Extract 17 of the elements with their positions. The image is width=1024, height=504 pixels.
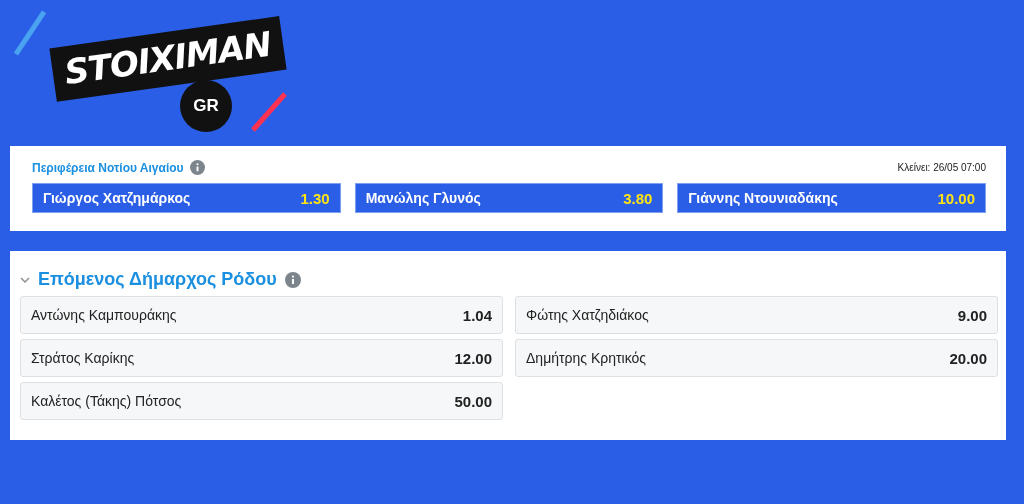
odds-button[interactable]: Φώτης Χατζηδιάκος 9.00 bbox=[515, 296, 998, 334]
info-icon[interactable] bbox=[284, 271, 301, 288]
chevron-icon[interactable] bbox=[20, 275, 30, 284]
odds-button[interactable]: Αντώνης Καμπουράκης 1.04 bbox=[20, 296, 503, 334]
market-title: Επόμενος Δήμαρχος Ρόδου bbox=[38, 269, 277, 290]
odds-button[interactable]: Γιάννης Ντουνιαδάκης 10.00 bbox=[677, 183, 986, 213]
odds-button[interactable]: Γιώργος Χατζημάρκος 1.30 bbox=[32, 183, 341, 213]
odds-button[interactable]: Δημήτρης Κρητικός 20.00 bbox=[515, 339, 998, 377]
odds-button[interactable]: Καλέτος (Τάκης) Πότσος 50.00 bbox=[20, 382, 503, 420]
logo-badge: GR bbox=[180, 80, 232, 132]
closing-time: Κλείνει: 26/05 07:00 bbox=[897, 162, 986, 173]
info-icon[interactable] bbox=[189, 160, 205, 175]
stripe-icon bbox=[14, 10, 46, 56]
market-title: Περιφέρεια Νοτίου Αιγαίου bbox=[32, 160, 184, 175]
odds-button[interactable]: Μανώλης Γλυνός 3.80 bbox=[354, 183, 664, 213]
odds-button[interactable]: Στράτος Καρίκης 12.00 bbox=[20, 339, 503, 377]
stripe-icon bbox=[250, 92, 288, 132]
